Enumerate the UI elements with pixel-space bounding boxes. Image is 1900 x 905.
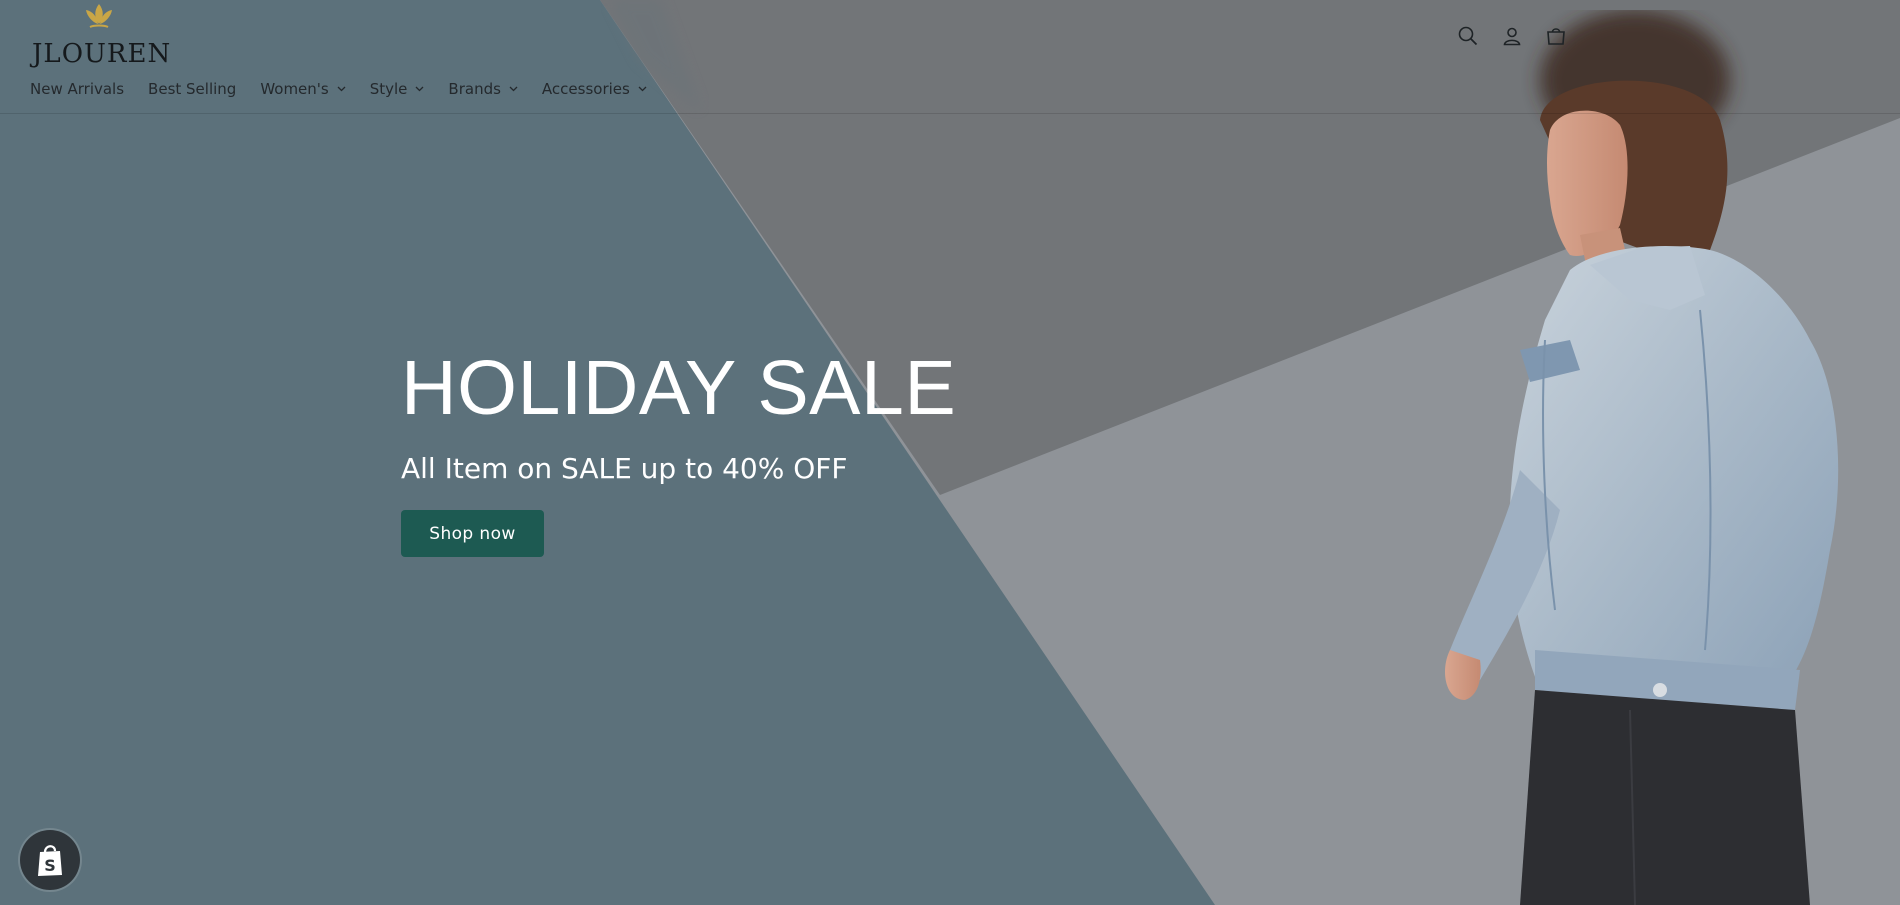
hero-title: HOLIDAY SALE: [401, 345, 957, 431]
chevron-down-icon: [337, 86, 346, 92]
nav-label: Women's: [260, 80, 329, 98]
nav-item-womens[interactable]: Women's: [260, 80, 346, 98]
nav-label: Best Selling: [148, 80, 237, 98]
main-nav: New Arrivals Best Selling Women's Style …: [30, 79, 671, 99]
chevron-down-icon: [638, 86, 647, 92]
chevron-down-icon: [415, 86, 424, 92]
header-actions: [1438, 22, 1570, 50]
site-header: JLOUREN New Arrivals Best Selling Women'…: [0, 0, 1900, 114]
brand-name: JLOUREN: [32, 39, 172, 69]
hero-subtitle: All Item on SALE up to 40% OFF: [401, 452, 848, 485]
shopify-chat-badge[interactable]: S: [20, 830, 80, 890]
nav-item-accessories[interactable]: Accessories: [542, 80, 647, 98]
nav-item-style[interactable]: Style: [370, 80, 425, 98]
account-icon: [1503, 27, 1521, 46]
chevron-down-icon: [509, 86, 518, 92]
cart-button[interactable]: [1542, 22, 1570, 50]
account-button[interactable]: [1498, 22, 1526, 50]
nav-item-new-arrivals[interactable]: New Arrivals: [30, 80, 124, 98]
shopify-bag-icon: S: [38, 845, 62, 876]
model-photo: [1445, 10, 1839, 905]
store-logo[interactable]: JLOUREN: [30, 2, 172, 69]
cart-icon: [1547, 28, 1565, 45]
nav-item-brands[interactable]: Brands: [448, 80, 518, 98]
nav-label: Brands: [448, 80, 501, 98]
search-icon: [1458, 26, 1478, 46]
badge-letter: S: [44, 856, 56, 875]
lotus-logo-icon: [86, 4, 112, 28]
nav-item-best-selling[interactable]: Best Selling: [148, 80, 236, 98]
nav-label: Style: [369, 80, 408, 98]
nav-label: New Arrivals: [30, 80, 125, 98]
shop-now-button[interactable]: Shop now: [401, 510, 544, 557]
hero-content: HOLIDAY SALE All Item on SALE up to 40% …: [401, 350, 956, 557]
nav-label: Accessories: [541, 80, 630, 98]
search-button[interactable]: [1454, 22, 1482, 50]
